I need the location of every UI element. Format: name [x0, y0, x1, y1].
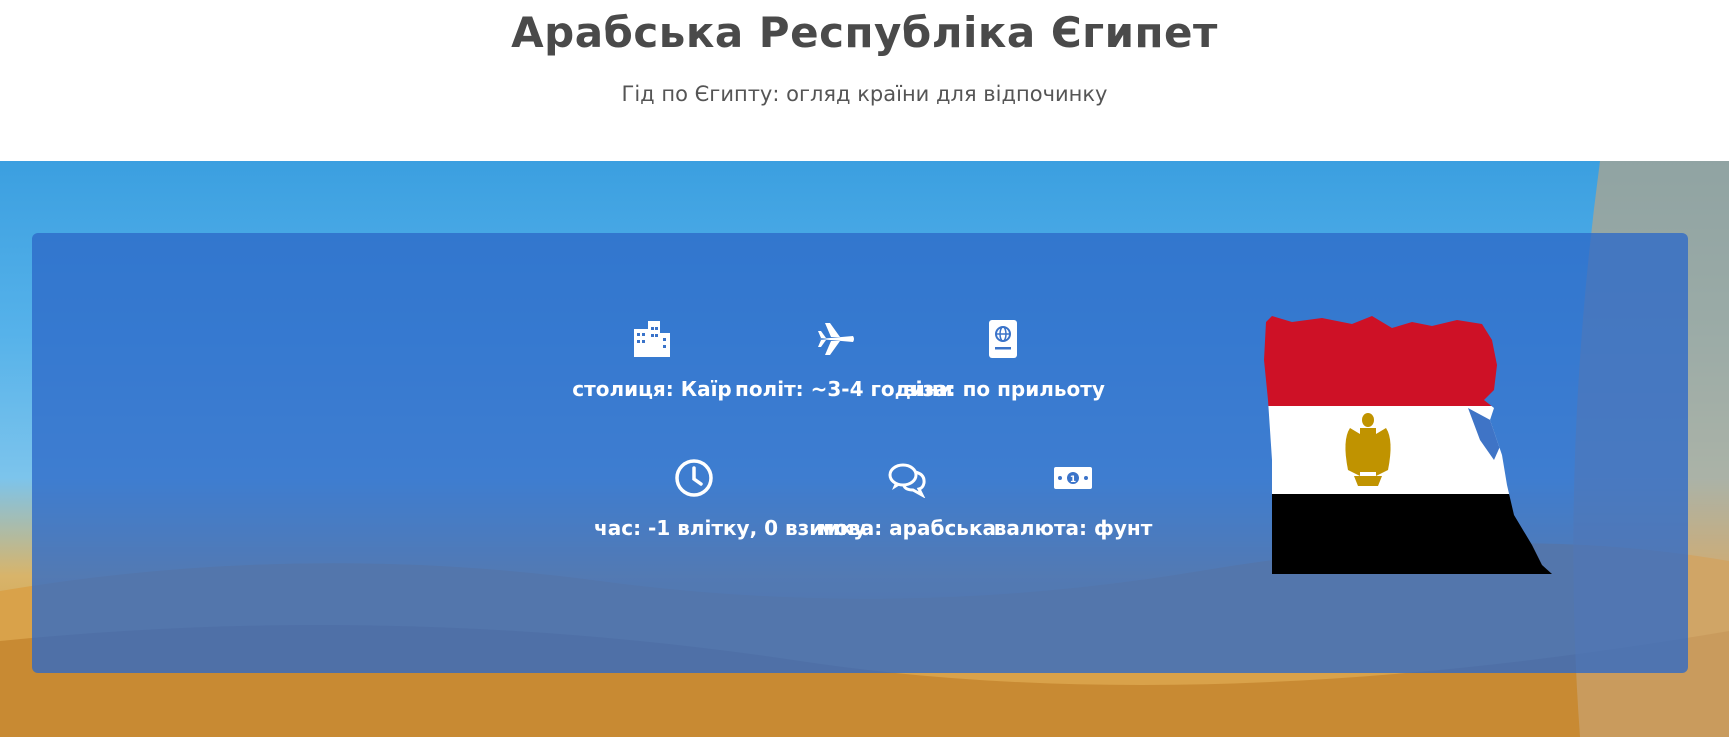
hero-banner: столиця: Каїр політ: ~3-4 години віза: п…: [0, 161, 1729, 737]
egypt-flag-map-image: [1264, 316, 1552, 574]
page-title: Арабська Республіка Єгипет: [511, 8, 1218, 57]
money-icon: 1: [1054, 467, 1092, 489]
page-subtitle: Гід по Єгипту: огляд країни для відпочин…: [621, 82, 1108, 106]
feature-visa: віза: по прильоту: [903, 319, 1105, 401]
chat-bubbles-icon: [888, 463, 926, 498]
feature-label: віза: по прильоту: [903, 377, 1105, 401]
feature-label: час: -1 влітку, 0 взимку: [594, 516, 867, 540]
feature-currency: 1 валюта: фунт: [973, 458, 1173, 540]
city-icon: [634, 321, 670, 357]
feature-capital: столиця: Каїр: [552, 319, 752, 401]
clock-icon: [675, 459, 713, 497]
feature-time: час: -1 влітку, 0 взимку: [594, 458, 867, 540]
feature-label: столиця: Каїр: [572, 377, 732, 401]
page-header: Арабська Республіка Єгипет Гід по Єгипту…: [0, 0, 1729, 161]
feature-label: валюта: фунт: [993, 516, 1153, 540]
passport-icon: [989, 320, 1017, 358]
airplane-icon: [818, 323, 854, 355]
country-info-panel: столиця: Каїр політ: ~3-4 години віза: п…: [32, 233, 1688, 673]
svg-text:1: 1: [1070, 475, 1076, 485]
